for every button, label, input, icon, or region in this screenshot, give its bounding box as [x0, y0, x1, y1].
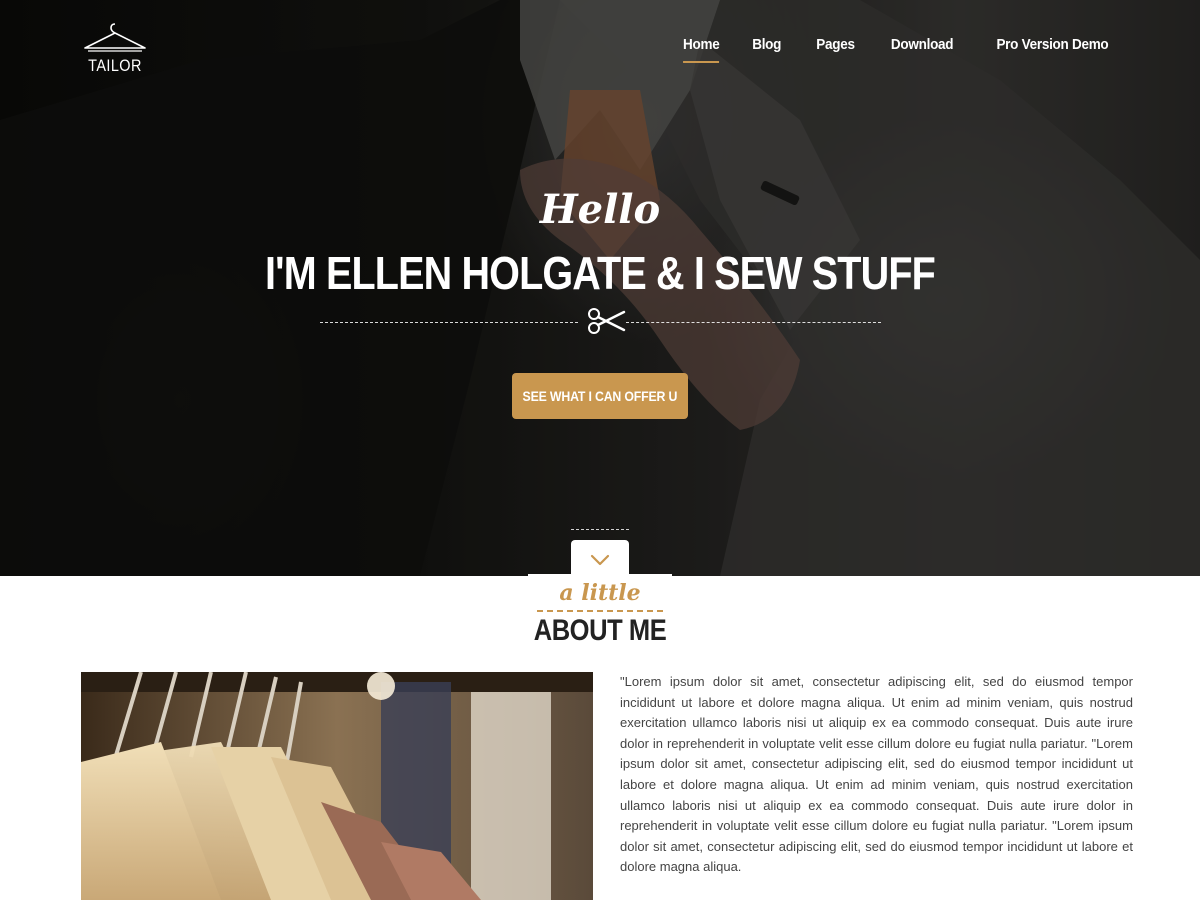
scroll-tab-divider [571, 529, 629, 530]
nav-item-pages[interactable]: Pages [816, 36, 855, 63]
nav-item-download[interactable]: Download [891, 36, 954, 63]
site-logo[interactable]: TAILOR [80, 20, 150, 76]
hero-divider-left [320, 322, 578, 323]
offer-cta-button[interactable]: SEE WHAT I CAN OFFER U [512, 373, 688, 419]
main-navigation: Home Blog Pages Download Pro Version Dem… [649, 36, 1108, 63]
nav-item-pro-version-demo[interactable]: Pro Version Demo [996, 36, 1108, 63]
nav-item-home[interactable]: Home [683, 36, 720, 63]
hero-divider-right [626, 322, 881, 323]
about-kicker-underline [537, 610, 663, 612]
logo-text: TAILOR [88, 56, 142, 75]
hero-greeting: Hello [539, 186, 661, 233]
about-title: ABOUT ME [533, 614, 667, 647]
chevron-down-icon [590, 554, 610, 566]
hanger-icon [84, 23, 146, 52]
hero-section: TAILOR Home Blog Pages Download Pro Vers… [0, 0, 1200, 576]
clothing-rack-photo [81, 672, 593, 900]
scroll-down-button[interactable] [571, 540, 629, 576]
nav-item-blog[interactable]: Blog [753, 36, 782, 63]
hero-headline: I'M ELLEN HOLGATE & I SEW STUFF [265, 247, 936, 299]
offer-cta-label: SEE WHAT I CAN OFFER U [522, 388, 678, 404]
about-kicker: a little [559, 580, 641, 606]
scissors-icon [588, 308, 626, 334]
about-section: a little ABOUT ME "Lorem ipsum dolor sit… [0, 574, 1200, 900]
about-body-text: "Lorem ipsum dolor sit amet, consectetur… [620, 674, 1133, 875]
